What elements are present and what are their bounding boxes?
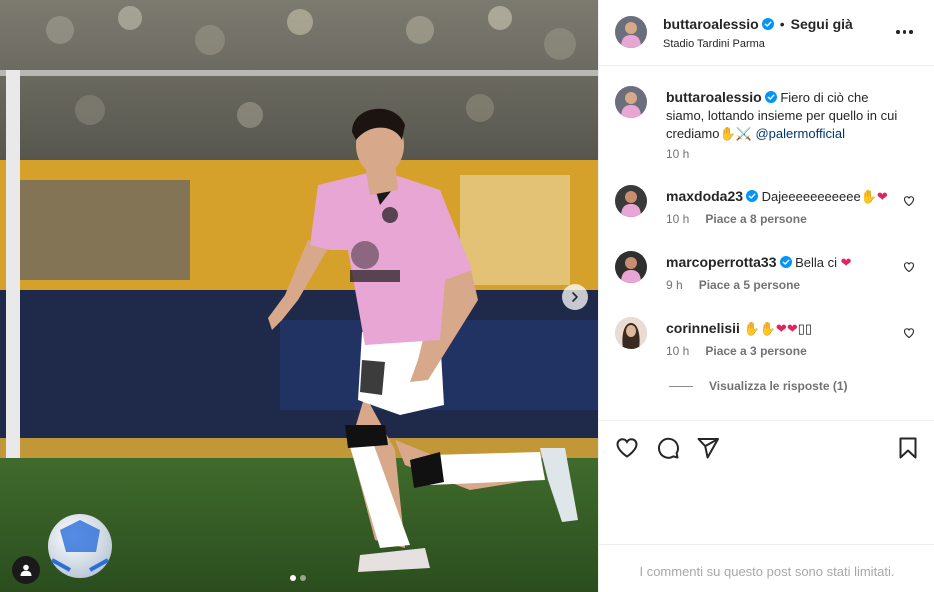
carousel-next-button[interactable] [562,284,588,310]
comment-text: Dajeeeeeeeeeee✋ [761,189,877,204]
comment-item: marcoperrotta33 Bella ci ❤ 9 h Piace a 5 … [615,251,915,301]
avatar-image [615,86,647,118]
caption-time[interactable]: 10 h [666,147,689,161]
view-replies-button[interactable]: Visualizza le risposte (1) [669,379,848,393]
caption-body: buttaroalessio Fiero di ciò che siamo, l… [666,88,906,143]
save-button[interactable] [896,436,920,460]
comment-likes[interactable]: Piace a 3 persone [705,344,806,358]
verified-badge-icon [764,91,777,103]
avatar-image [615,185,647,217]
caption-mention[interactable]: @palermofficial [755,126,845,141]
chevron-right-icon [572,292,578,302]
verified-badge-icon [779,256,792,268]
verified-badge-icon [761,18,774,30]
more-icon-dot [909,30,913,34]
comment-like-icon[interactable] [903,195,915,207]
post-header: buttaroalessio • Segui già Stadio Tardini … [599,0,934,66]
bookmark-icon [899,437,917,459]
carousel-dot [300,575,306,581]
author-avatar[interactable] [615,16,647,48]
replies-line [669,385,693,387]
comment-like-icon[interactable] [903,261,915,273]
author-username[interactable]: buttaroalessio [663,16,759,32]
user-tag-icon [20,564,32,576]
avatar-image [615,317,647,349]
tagged-users-button[interactable] [12,556,40,584]
football-player-image [0,0,598,592]
comment-body: corinnelisii ✋✋❤❤▯▯ [666,319,906,338]
comment-likes[interactable]: Piace a 5 persone [699,278,800,292]
post-sidebar: buttaroalessio • Segui già Stadio Tardini … [598,0,934,592]
comment-username[interactable]: marcoperrotta33 [666,254,777,270]
more-icon [896,30,900,34]
more-icon-dot [902,30,906,34]
carousel-dot-active [290,575,296,581]
share-button[interactable] [696,436,720,460]
comment-emoji: ❤ [876,189,888,204]
post-photo[interactable] [0,0,598,592]
comment-meta: 10 h Piace a 8 persone [666,212,807,226]
comment-text: ✋✋ [743,321,776,336]
post-location[interactable]: Stadio Tardini Parma [663,38,765,50]
caption-username[interactable]: buttaroalessio [666,89,762,105]
post-modal: buttaroalessio • Segui già Stadio Tardini … [0,0,934,592]
following-button[interactable]: Segui già [791,16,853,32]
comment-username[interactable]: corinnelisii [666,320,740,336]
comment-like-icon[interactable] [903,327,915,339]
heart-icon [616,438,638,458]
comments-limited-notice: I commenti su questo post sono stati lim… [599,544,934,592]
comment-button[interactable] [656,436,680,460]
comments-list: buttaroalessio Fiero di ciò che siamo, l… [599,66,934,420]
comment-avatar[interactable] [615,317,647,349]
verified-badge-icon [746,190,759,202]
comment-emoji: ❤❤ [775,321,798,336]
author-line: buttaroalessio • Segui già [663,16,853,32]
more-options-button[interactable] [896,24,916,40]
view-replies-label: Visualizza le risposte (1) [709,379,848,393]
comment-item: maxdoda23 Dajeeeeeeeeeee✋❤ 10 h Piace a 8… [615,185,915,235]
like-button[interactable] [615,436,639,460]
comment-icon [657,437,679,459]
caption-meta: 10 h [666,147,689,161]
comment-username[interactable]: maxdoda23 [666,188,743,204]
comment-time[interactable]: 9 h [666,278,683,292]
header-separator: • [779,16,785,32]
avatar-image [615,251,647,283]
share-icon [697,438,719,459]
comment-time[interactable]: 10 h [666,212,689,226]
action-bar [599,420,934,544]
caption-avatar[interactable] [615,86,647,118]
comment-meta: 10 h Piace a 3 persone [666,344,807,358]
caption: buttaroalessio Fiero di ciò che siamo, l… [615,86,915,166]
carousel-indicator [290,575,306,581]
comment-avatar[interactable] [615,251,647,283]
comment-likes[interactable]: Piace a 8 persone [705,212,806,226]
comment-avatar[interactable] [615,185,647,217]
comment-emoji: ❤ [840,255,852,270]
comment-text: Bella ci [795,255,841,270]
comment-meta: 9 h Piace a 5 persone [666,278,800,292]
comment-body: marcoperrotta33 Bella ci ❤ [666,253,906,272]
comment-body: maxdoda23 Dajeeeeeeeeeee✋❤ [666,187,906,206]
comment-time[interactable]: 10 h [666,344,689,358]
comment-emoji-tail: ▯▯ [797,321,813,336]
comment-item: corinnelisii ✋✋❤❤▯▯ 10 h Piace a 3 person… [615,317,915,367]
avatar-image [615,16,647,48]
